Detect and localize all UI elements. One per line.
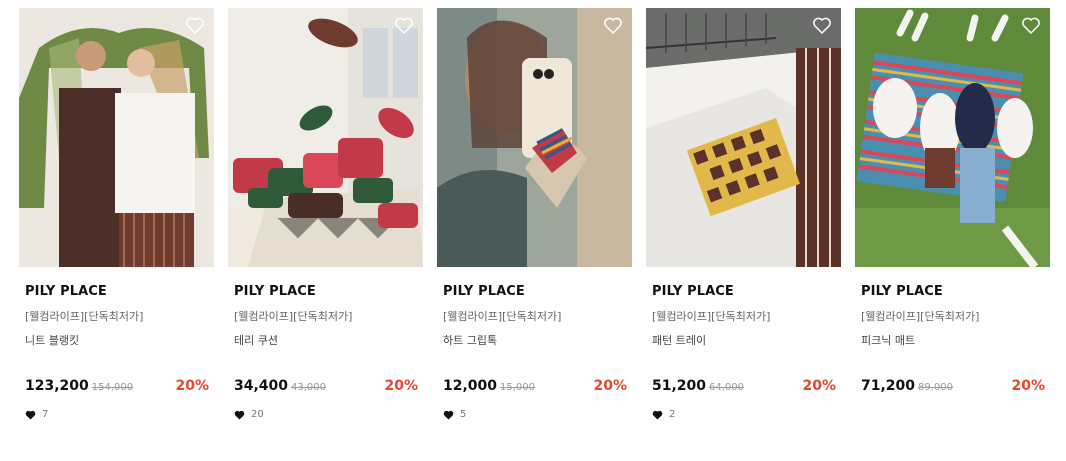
product-name[interactable]: 니트 블랭킷 bbox=[19, 332, 214, 348]
heart-filled-icon bbox=[25, 410, 36, 420]
heart-filled-icon bbox=[652, 410, 663, 420]
like-count-value: 7 bbox=[42, 409, 49, 420]
brand-name: PILY PLACE bbox=[861, 284, 943, 299]
heart-filled-icon bbox=[234, 410, 245, 420]
product-name[interactable]: 패턴 트레이 bbox=[646, 332, 841, 348]
original-price: 154,000 bbox=[91, 382, 134, 393]
heart-outline-icon[interactable] bbox=[394, 16, 414, 35]
brand-name: PILY PLACE bbox=[234, 284, 316, 299]
promo-tag: [웰컴라이프][단독최저가] bbox=[234, 310, 353, 323]
sale-price: 123,200 bbox=[25, 378, 89, 394]
like-count: 7 bbox=[19, 409, 214, 420]
promo-tag: [웰컴라이프][단독최저가] bbox=[652, 310, 771, 323]
discount-rate: 20% bbox=[384, 378, 418, 394]
sale-price: 12,000 bbox=[443, 378, 498, 394]
like-count-value: 2 bbox=[669, 409, 676, 420]
brand-name: PILY PLACE bbox=[443, 284, 525, 299]
brand-name: PILY PLACE bbox=[652, 284, 734, 299]
original-price: 89,000 bbox=[918, 382, 954, 393]
discount-rate: 20% bbox=[802, 378, 836, 394]
discount-rate: 20% bbox=[175, 378, 209, 394]
like-count-value: 20 bbox=[251, 409, 264, 420]
promo-tag: [웰컴라이프][단독최저가] bbox=[443, 310, 562, 323]
like-count: 5 bbox=[437, 409, 632, 420]
product-name[interactable]: 하트 그립톡 bbox=[437, 332, 632, 348]
original-price: 64,000 bbox=[709, 382, 745, 393]
product-image[interactable] bbox=[437, 8, 632, 267]
product-name[interactable]: 테리 쿠션 bbox=[228, 332, 423, 348]
heart-filled-icon bbox=[443, 410, 454, 420]
discount-rate: 20% bbox=[593, 378, 627, 394]
product-card[interactable]: PILY PLACE [웰컴라이프][단독최저가] 하트 그립톡 12,000 … bbox=[437, 8, 632, 420]
price-row: 71,200 89,000 20% bbox=[855, 378, 1050, 394]
product-card[interactable]: PILY PLACE [웰컴라이프][단독최저가] 테리 쿠션 34,400 4… bbox=[228, 8, 423, 420]
promo-tag: [웰컴라이프][단독최저가] bbox=[25, 310, 144, 323]
product-image[interactable] bbox=[855, 8, 1050, 267]
product-image[interactable] bbox=[19, 8, 214, 267]
brand-name: PILY PLACE bbox=[25, 284, 107, 299]
heart-outline-icon[interactable] bbox=[185, 16, 205, 35]
sale-price: 71,200 bbox=[861, 378, 916, 394]
product-image[interactable] bbox=[646, 8, 841, 267]
product-image[interactable] bbox=[228, 8, 423, 267]
price-row: 34,400 43,000 20% bbox=[228, 378, 423, 394]
price-row: 51,200 64,000 20% bbox=[646, 378, 841, 394]
sale-price: 51,200 bbox=[652, 378, 707, 394]
like-count: 2 bbox=[646, 409, 841, 420]
heart-outline-icon[interactable] bbox=[603, 16, 623, 35]
original-price: 43,000 bbox=[291, 382, 327, 393]
product-card[interactable]: PILY PLACE [웰컴라이프][단독최저가] 패턴 트레이 51,200 … bbox=[646, 8, 841, 420]
price-row: 12,000 15,000 20% bbox=[437, 378, 632, 394]
discount-rate: 20% bbox=[1011, 378, 1045, 394]
promo-tag: [웰컴라이프][단독최저가] bbox=[861, 310, 980, 323]
like-count: 20 bbox=[228, 409, 423, 420]
original-price: 15,000 bbox=[500, 382, 536, 393]
product-name[interactable]: 피크닉 매트 bbox=[855, 332, 1050, 348]
product-grid: PILY PLACE [웰컴라이프][단독최저가] 니트 블랭킷 123,200… bbox=[19, 8, 1050, 420]
like-count-value: 5 bbox=[460, 409, 467, 420]
sale-price: 34,400 bbox=[234, 378, 289, 394]
price-row: 123,200 154,000 20% bbox=[19, 378, 214, 394]
product-card[interactable]: PILY PLACE [웰컴라이프][단독최저가] 니트 블랭킷 123,200… bbox=[19, 8, 214, 420]
heart-outline-icon[interactable] bbox=[812, 16, 832, 35]
product-card[interactable]: PILY PLACE [웰컴라이프][단독최저가] 피크닉 매트 71,200 … bbox=[855, 8, 1050, 420]
heart-outline-icon[interactable] bbox=[1021, 16, 1041, 35]
